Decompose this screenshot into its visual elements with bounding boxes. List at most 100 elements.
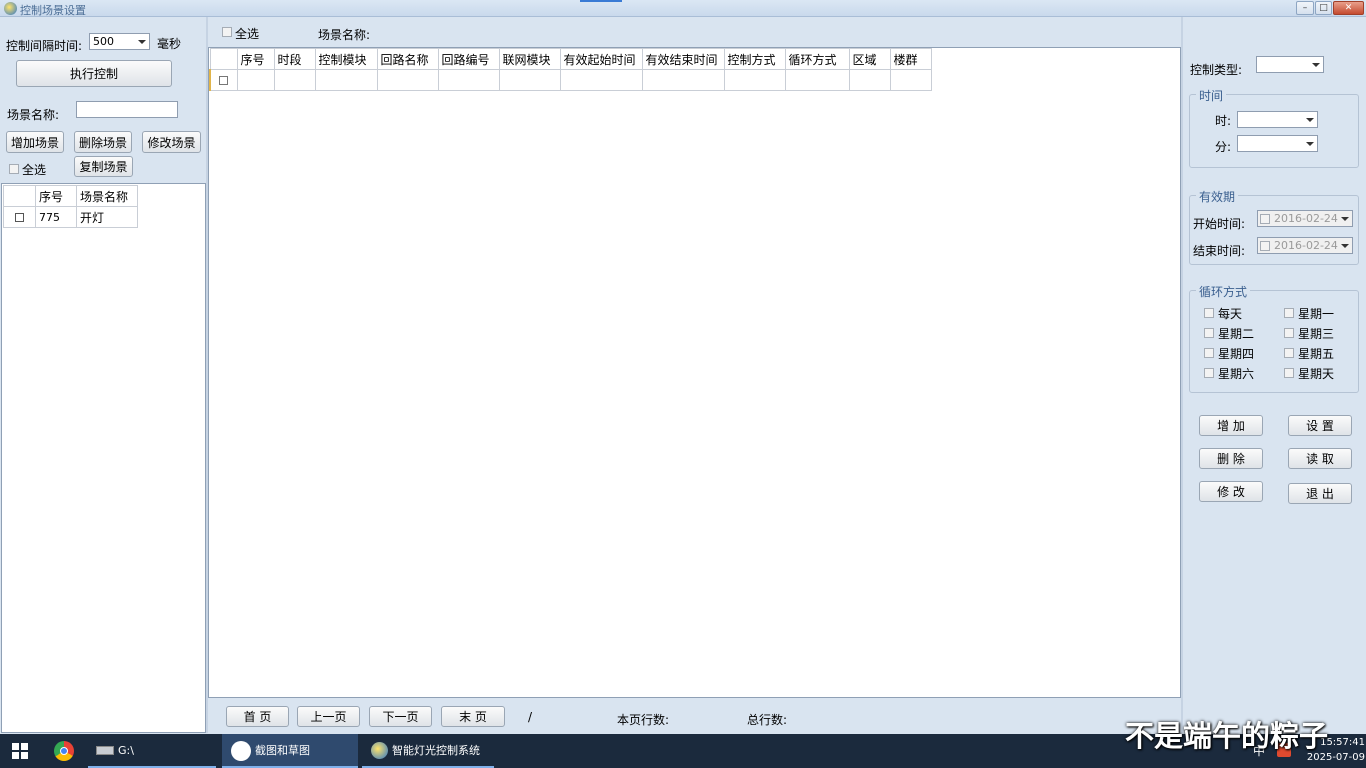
- cycle-checkbox-saturday[interactable]: [1204, 368, 1214, 378]
- delete-button[interactable]: 删 除: [1199, 448, 1263, 469]
- row-checkbox[interactable]: [15, 213, 24, 222]
- table-header-row: 序号 场景名称: [3, 185, 138, 207]
- next-page-button[interactable]: 下一页: [369, 706, 432, 727]
- chevron-down-icon: [1341, 217, 1349, 221]
- table-cell[interactable]: [641, 69, 725, 91]
- chevron-down-icon: [1306, 142, 1314, 146]
- table-cell[interactable]: [723, 69, 786, 91]
- last-page-button[interactable]: 末 页: [441, 706, 505, 727]
- detail-row-checkbox-cell[interactable]: [209, 69, 238, 91]
- table-cell[interactable]: [559, 69, 643, 91]
- execute-control-button[interactable]: 执行控制: [16, 60, 172, 87]
- minute-select[interactable]: [1237, 135, 1318, 152]
- start-button[interactable]: [8, 734, 36, 768]
- cycle-label-monday: 星期一: [1298, 307, 1335, 321]
- minimize-button[interactable]: –: [1296, 1, 1314, 15]
- taskbar-drive[interactable]: G:\: [88, 734, 216, 768]
- end-date-picker[interactable]: 2016-02-24: [1257, 237, 1353, 254]
- detail-header-valid-start: 有效起始时间: [559, 48, 643, 70]
- cycle-checkbox-monday[interactable]: [1284, 308, 1294, 318]
- cycle-checkbox-everyday[interactable]: [1204, 308, 1214, 318]
- cycle-label-tuesday: 星期二: [1218, 327, 1255, 341]
- detail-header-checkbox: [209, 48, 238, 70]
- exit-button[interactable]: 退 出: [1288, 483, 1352, 504]
- cycle-checkbox-wednesday[interactable]: [1284, 328, 1294, 338]
- prev-page-button[interactable]: 上一页: [297, 706, 360, 727]
- detail-row-checkbox[interactable]: [219, 76, 229, 85]
- add-scene-button[interactable]: 增加场景: [6, 131, 64, 153]
- left-select-all-label: 全选: [22, 163, 47, 177]
- modify-scene-button[interactable]: 修改场景: [142, 131, 201, 153]
- cycle-label-friday: 星期五: [1298, 347, 1335, 361]
- row-scene-name: 开灯: [76, 206, 138, 228]
- interval-select[interactable]: 500: [89, 33, 150, 50]
- taskbar-browser[interactable]: [48, 734, 82, 768]
- cycle-label-saturday: 星期六: [1218, 367, 1255, 381]
- detail-header-valid-end: 有效结束时间: [641, 48, 725, 70]
- table-cell[interactable]: [236, 69, 275, 91]
- detail-grid-panel: 序号 时段 控制模块 回路名称 回路编号 联网模块 有效起始时间 有效结束时间 …: [208, 47, 1181, 698]
- chevron-down-icon: [1341, 244, 1349, 248]
- taskbar-app-label: 智能灯光控制系统: [392, 744, 480, 757]
- detail-header-building: 楼群: [889, 48, 932, 70]
- table-cell[interactable]: [273, 69, 316, 91]
- app-icon: [4, 2, 17, 15]
- set-button[interactable]: 设 置: [1288, 415, 1352, 436]
- table-cell[interactable]: [314, 69, 378, 91]
- table-cell[interactable]: [498, 69, 561, 91]
- detail-header-period: 时段: [273, 48, 316, 70]
- table-cell[interactable]: [784, 69, 850, 91]
- hour-label: 时:: [1215, 114, 1232, 128]
- cycle-checkbox-thursday[interactable]: [1204, 348, 1214, 358]
- start-date-picker[interactable]: 2016-02-24: [1257, 210, 1353, 227]
- control-type-select[interactable]: [1256, 56, 1324, 73]
- cycle-label-thursday: 星期四: [1218, 347, 1255, 361]
- table-cell[interactable]: [848, 69, 891, 91]
- taskbar-snip-label: 截图和草图: [255, 744, 310, 757]
- start-date-checkbox[interactable]: [1260, 214, 1270, 224]
- page-rows-label: 本页行数:: [617, 713, 670, 727]
- right-divider: [1181, 17, 1183, 733]
- taskbar-snip[interactable]: 截图和草图: [222, 734, 358, 768]
- table-row[interactable]: 775 开灯: [3, 206, 138, 228]
- detail-header-cycle-mode: 循环方式: [784, 48, 850, 70]
- watermark-text: 不是端午的粽子: [1125, 719, 1329, 753]
- cycle-checkbox-sunday[interactable]: [1284, 368, 1294, 378]
- focus-indicator: [580, 0, 622, 2]
- add-button[interactable]: 增 加: [1199, 415, 1263, 436]
- first-page-button[interactable]: 首 页: [226, 706, 289, 727]
- app-icon: [371, 742, 388, 759]
- delete-scene-button[interactable]: 删除场景: [74, 131, 132, 153]
- control-type-label: 控制类型:: [1190, 63, 1243, 77]
- left-select-all-checkbox[interactable]: [9, 164, 19, 174]
- detail-header-area: 区域: [848, 48, 891, 70]
- start-date-value: 2016-02-24: [1274, 212, 1338, 225]
- chevron-down-icon: [1306, 118, 1314, 122]
- cycle-checkbox-friday[interactable]: [1284, 348, 1294, 358]
- maximize-button[interactable]: □: [1315, 1, 1332, 15]
- table-cell[interactable]: [889, 69, 932, 91]
- modify-button[interactable]: 修 改: [1199, 481, 1263, 502]
- row-checkbox-cell[interactable]: [3, 206, 36, 228]
- detail-table: 序号 时段 控制模块 回路名称 回路编号 联网模块 有效起始时间 有效结束时间 …: [209, 48, 932, 91]
- detail-header-control-mode: 控制方式: [723, 48, 786, 70]
- close-button[interactable]: ✕: [1333, 1, 1364, 15]
- middle-select-all-checkbox[interactable]: [222, 27, 232, 37]
- windows-start-icon: [12, 743, 28, 759]
- table-cell[interactable]: [437, 69, 500, 91]
- page-indicator: /: [528, 710, 533, 724]
- hour-select[interactable]: [1237, 111, 1318, 128]
- detail-new-row[interactable]: [209, 69, 932, 91]
- taskbar-app[interactable]: 智能灯光控制系统: [362, 734, 494, 768]
- end-time-label: 结束时间:: [1193, 244, 1246, 258]
- end-date-checkbox[interactable]: [1260, 241, 1270, 251]
- table-cell[interactable]: [376, 69, 439, 91]
- taskbar-drive-label: G:\: [118, 744, 134, 757]
- cycle-checkbox-tuesday[interactable]: [1204, 328, 1214, 338]
- scene-name-input[interactable]: [76, 101, 178, 118]
- maximize-icon: □: [1319, 3, 1328, 13]
- read-button[interactable]: 读 取: [1288, 448, 1352, 469]
- copy-scene-button[interactable]: 复制场景: [74, 156, 133, 177]
- middle-scene-name-label: 场景名称:: [318, 28, 371, 42]
- middle-toolbar: 全选 场景名称:: [208, 17, 1181, 47]
